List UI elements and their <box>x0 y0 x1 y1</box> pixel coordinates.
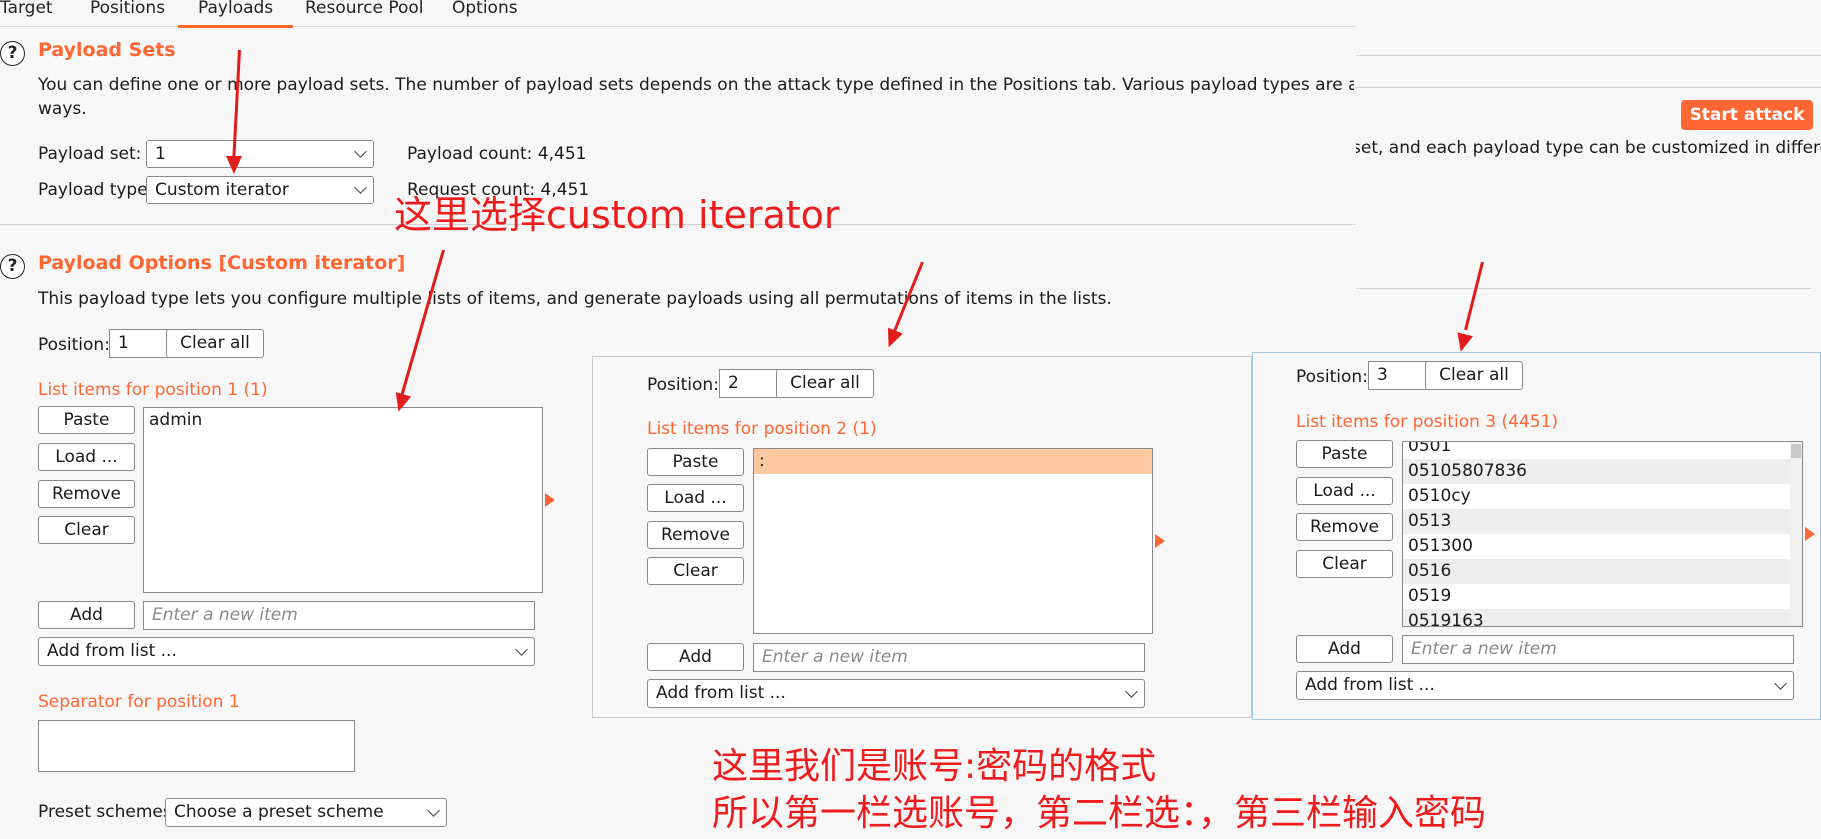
add-from-list-label: Add from list ... <box>47 641 177 661</box>
annotation-format-line1: 这里我们是账号:密码的格式 <box>712 746 1157 787</box>
clear-all-button[interactable]: Clear all <box>1425 361 1523 390</box>
tab-positions[interactable]: Positions <box>90 0 165 25</box>
separator-title: Separator for position 1 <box>38 692 240 712</box>
payload-count: Payload count: 4,451 <box>407 144 587 164</box>
chevron-down-icon <box>1125 684 1138 698</box>
position-field[interactable]: 1 <box>109 329 171 358</box>
add-button[interactable]: Add <box>647 643 744 671</box>
list-item[interactable]: 0516 <box>1403 559 1802 584</box>
add-from-list-select[interactable]: Add from list ... <box>647 679 1145 708</box>
list-items-box[interactable]: admin <box>143 407 543 593</box>
tab-resource-pool[interactable]: Resource Pool <box>305 0 424 25</box>
position-label: Position: <box>647 375 719 395</box>
list-item[interactable]: 0519 <box>1403 584 1802 609</box>
list-items-box[interactable]: 0501 05105807836 0510cy 0513 051300 0516… <box>1402 441 1803 627</box>
chevron-down-icon <box>515 642 528 656</box>
payload-type-value: Custom iterator <box>155 180 289 200</box>
clear-button[interactable]: Clear <box>1296 550 1393 578</box>
expand-arrow-icon[interactable] <box>1805 527 1815 541</box>
start-attack-button[interactable]: Start attack <box>1681 100 1813 130</box>
annotation-choose-custom: 这里选择custom iterator <box>394 193 840 237</box>
help-icon[interactable]: ? <box>0 41 25 66</box>
bg-description: set, and each payload type can be custom… <box>1352 138 1821 158</box>
chevron-down-icon <box>1774 676 1787 690</box>
position-field[interactable]: 2 <box>719 369 781 398</box>
clear-button[interactable]: Clear <box>647 557 744 585</box>
add-from-list-label: Add from list ... <box>1305 675 1435 695</box>
chevron-down-icon <box>354 145 367 158</box>
load-button[interactable]: Load ... <box>38 443 135 471</box>
expand-arrow-icon[interactable] <box>545 493 555 507</box>
clear-button[interactable]: Clear <box>38 516 135 544</box>
payload-options-description: This payload type lets you configure mul… <box>38 289 1112 309</box>
list-items-box[interactable]: : <box>753 448 1153 634</box>
separator-field[interactable] <box>38 720 355 772</box>
bg-divider-1 <box>1356 55 1821 56</box>
clear-all-button[interactable]: Clear all <box>776 369 874 398</box>
paste-button[interactable]: Paste <box>1296 440 1393 468</box>
tab-bar: Target Positions Payloads Resource Pool … <box>0 0 1356 28</box>
expand-arrow-icon[interactable] <box>1155 534 1165 548</box>
paste-button[interactable]: Paste <box>647 448 744 476</box>
position-label: Position: <box>1296 367 1368 387</box>
new-item-input[interactable]: Enter a new item <box>1402 635 1794 664</box>
scrollbar-thumb[interactable] <box>1791 444 1801 458</box>
payload-set-value: 1 <box>155 144 166 164</box>
tab-payloads[interactable]: Payloads <box>178 0 294 28</box>
remove-button[interactable]: Remove <box>38 480 135 508</box>
chevron-down-icon <box>354 181 367 194</box>
add-button[interactable]: Add <box>1296 635 1393 663</box>
add-button[interactable]: Add <box>38 601 135 629</box>
list-item[interactable]: 0513 <box>1403 509 1802 534</box>
list-item[interactable]: : <box>754 449 1152 474</box>
paste-button[interactable]: Paste <box>38 406 135 434</box>
help-icon[interactable]: ? <box>0 254 25 279</box>
list-items-title: List items for position 2 (1) <box>647 419 877 439</box>
clear-all-button[interactable]: Clear all <box>166 329 264 358</box>
chevron-down-icon <box>427 803 440 817</box>
list-item[interactable]: 0510cy <box>1403 484 1802 509</box>
payload-sets-title: Payload Sets <box>38 39 176 61</box>
load-button[interactable]: Load ... <box>647 484 744 512</box>
position-label: Position: <box>38 335 110 355</box>
payload-sets-description-cont: ways. <box>38 99 87 119</box>
red-arrow-head <box>226 156 242 174</box>
list-item[interactable]: 05105807836 <box>1403 459 1802 484</box>
add-from-list-select[interactable]: Add from list ... <box>1296 671 1794 700</box>
payload-set-select[interactable]: 1 <box>146 140 374 168</box>
tab-target[interactable]: Target <box>0 0 53 25</box>
preset-schemes-value: Choose a preset scheme <box>174 802 384 822</box>
tab-options[interactable]: Options <box>452 0 518 25</box>
list-item[interactable]: 051300 <box>1403 534 1802 559</box>
position-3-panel: Position: 3 Clear all List items for pos… <box>1252 352 1821 720</box>
position-2-panel: Position: 2 Clear all List items for pos… <box>592 356 1252 718</box>
add-from-list-select[interactable]: Add from list ... <box>38 637 535 666</box>
list-item[interactable]: 0501 <box>1403 442 1802 459</box>
add-from-list-label: Add from list ... <box>656 683 786 703</box>
preset-schemes-label: Preset schemes: <box>38 802 178 822</box>
list-items-title: List items for position 1 (1) <box>38 380 268 400</box>
new-item-input[interactable]: Enter a new item <box>753 643 1145 672</box>
payload-options-title: Payload Options [Custom iterator] <box>38 252 406 274</box>
position-field[interactable]: 3 <box>1368 361 1430 390</box>
new-item-input[interactable]: Enter a new item <box>143 601 535 630</box>
payload-type-label: Payload type: <box>38 180 154 200</box>
annotation-format-line2: 所以第一栏选账号，第二栏选：，第三栏输入密码 <box>712 793 1487 834</box>
list-item[interactable]: admin <box>144 408 542 433</box>
bg-divider-2 <box>1356 87 1821 88</box>
payload-set-label: Payload set: <box>38 144 142 164</box>
list-items-title: List items for position 3 (4451) <box>1296 412 1559 432</box>
preset-schemes-select[interactable]: Choose a preset scheme <box>165 798 447 827</box>
remove-button[interactable]: Remove <box>647 521 744 549</box>
scrollbar[interactable] <box>1790 442 1802 626</box>
remove-button[interactable]: Remove <box>1296 513 1393 541</box>
load-button[interactable]: Load ... <box>1296 477 1393 505</box>
bg-divider-3 <box>1356 288 1811 289</box>
list-item[interactable]: 0519163 <box>1403 609 1802 626</box>
payload-type-select[interactable]: Custom iterator <box>146 176 374 204</box>
